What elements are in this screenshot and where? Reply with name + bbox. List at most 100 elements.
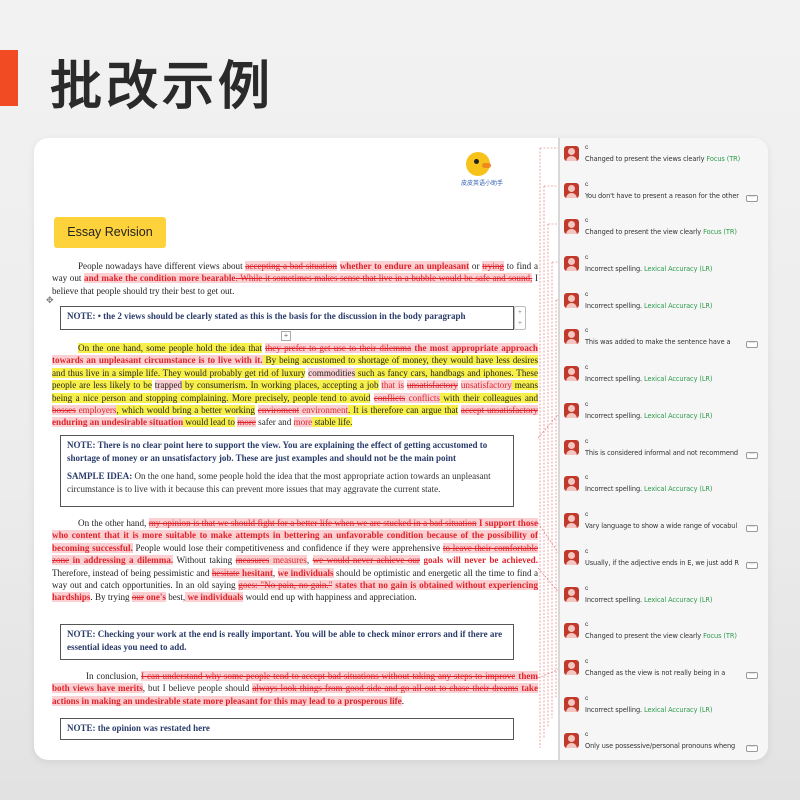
comment[interactable]: c Incorrect spelling. Lexical Accuracy (L… (560, 285, 768, 319)
text-run: In conclusion, (86, 671, 139, 681)
user-avatar-icon (564, 733, 579, 748)
text-run: . (401, 695, 404, 706)
inserted-text: employers (75, 405, 117, 416)
comment-text: You don't have to present a reason for t… (585, 192, 739, 200)
comment[interactable]: c Incorrect spelling. Lexical Accuracy (L… (560, 248, 768, 282)
deleted-text: more (237, 417, 256, 428)
comment-tag: Lexical Accuracy (LR) (644, 265, 713, 273)
comment-author: c (585, 695, 589, 702)
more-options-icon[interactable]: ··· (746, 194, 758, 202)
essay-revision-tag: Essay Revision (54, 217, 166, 248)
comment-text: Changed as the view is not really being … (585, 669, 726, 677)
inserted-text: and make the condition more bearable (84, 273, 236, 284)
comment[interactable]: c Changed to present the view clearly Foc… (560, 615, 768, 649)
comment-tag: Focus (TR) (703, 632, 737, 640)
comment-text: Incorrect spelling. Lexical Accuracy (LR… (585, 302, 713, 310)
deleted-text: accept unsatisfactory (460, 405, 538, 416)
inserted-text: environment (299, 405, 349, 416)
comment[interactable]: c Incorrect spelling. Lexical Accuracy (L… (560, 579, 768, 613)
text-run: On the other hand, (78, 518, 147, 528)
comment[interactable]: c Changed to present the views clearly Fo… (560, 138, 768, 172)
comment[interactable]: c Incorrect spelling. Lexical Accuracy (L… (560, 395, 768, 429)
paragraph-body-2: On the other hand, my opinion is that we… (52, 517, 538, 604)
comment-author: c (585, 254, 589, 261)
more-options-icon[interactable]: ··· (746, 451, 758, 459)
user-avatar-icon (564, 329, 579, 344)
deleted-text: hesitate (211, 567, 240, 578)
comments-pane: c Changed to present the views clearly Fo… (560, 138, 768, 760)
user-avatar-icon (564, 403, 579, 418)
more-options-icon[interactable]: ··· (746, 671, 758, 679)
comment-tag: Lexical Accuracy (LR) (644, 302, 713, 310)
comment-author: c (585, 217, 589, 224)
accent-bar (0, 50, 18, 106)
comment[interactable]: c This was added to make the sentence hav… (560, 321, 768, 355)
move-handle-icon[interactable]: ✥ (46, 294, 54, 306)
comment[interactable]: c Vary language to show a wide range of v… (560, 505, 768, 539)
deleted-text: they prefer to get use to their dilemma (265, 343, 412, 353)
deleted-text: measures (235, 555, 270, 566)
comment-author: c (585, 474, 589, 481)
comment-author: c (585, 548, 589, 555)
user-avatar-icon (564, 476, 579, 491)
comment-tag: Lexical Accuracy (LR) (644, 706, 713, 714)
comment[interactable]: c Only use possessive/personal pronouns w… (560, 725, 768, 759)
text-run: safer and (255, 417, 292, 428)
user-avatar-icon (564, 366, 579, 381)
comment-author: c (585, 364, 589, 371)
more-options-icon[interactable]: ··· (746, 524, 758, 532)
duck-beak (482, 163, 491, 168)
comment-text: Vary language to show a wide range of vo… (585, 522, 738, 530)
text-run: by consumerism. In working places, accep… (182, 380, 379, 391)
text-run: best, (165, 592, 186, 603)
comment-author: c (585, 621, 589, 628)
inserted-text: conflicts (405, 392, 440, 403)
inserted-text: enduring an undesirable situation (52, 417, 184, 428)
text-run: or (469, 261, 480, 271)
comment-text: Incorrect spelling. Lexical Accuracy (LR… (585, 596, 713, 604)
deleted-text: trying (482, 261, 504, 271)
comment-author: c (585, 291, 589, 298)
comment[interactable]: c This is considered informal and not rec… (560, 432, 768, 466)
inserted-text: unsatisfactory (460, 380, 512, 391)
add-row-button[interactable]: + (281, 331, 291, 341)
comment[interactable]: c You don't have to present a reason for … (560, 175, 768, 209)
comment[interactable]: c Changed to present the view clearly Foc… (560, 211, 768, 245)
inserted-text: more (293, 417, 313, 428)
comment-author: c (585, 585, 589, 592)
comment[interactable]: c Changed as the view is not really being… (560, 652, 768, 686)
corrected-word: commodities (308, 367, 356, 378)
text-run: , but I believe people should (142, 683, 250, 694)
text-run: , which would bring a better working (116, 405, 255, 416)
comment[interactable]: c Incorrect spelling. Lexical Accuracy (L… (560, 689, 768, 723)
deleted-text: enviroment (257, 405, 300, 416)
text-run: , (306, 555, 310, 566)
paragraph-body-1: On the one hand, some people hold the id… (52, 342, 538, 429)
corrected-word: trapped (154, 380, 183, 391)
user-avatar-icon (564, 587, 579, 602)
essay-document: 皮皮英语小助手 Essay Revision People nowadays h… (34, 138, 558, 760)
deleted-text: conflicts (373, 392, 406, 403)
comment[interactable]: c Incorrect spelling. Lexical Accuracy (L… (560, 358, 768, 392)
more-options-icon[interactable]: ··· (746, 561, 758, 569)
text-run: People would lose their competitiveness … (132, 542, 441, 553)
more-options-icon[interactable]: ··· (746, 340, 758, 348)
inserted-text: we individuals (277, 567, 334, 578)
resize-control[interactable]: + + (514, 306, 526, 330)
comment-author: c (585, 511, 589, 518)
deleted-text: always look things from good side and go… (252, 683, 519, 694)
comment-tag: Lexical Accuracy (LR) (644, 375, 713, 383)
more-options-icon[interactable]: ··· (746, 744, 758, 752)
note-text: NOTE: There is no clear point here to su… (67, 440, 488, 463)
comment[interactable]: c Usually, if the adjective ends in E, we… (560, 542, 768, 576)
text-run: People nowadays have different views abo… (78, 261, 243, 271)
comment-author: c (585, 401, 589, 408)
comment-text: Only use possessive/personal pronouns wh… (585, 742, 736, 750)
comment-tag: Focus (TR) (703, 228, 737, 236)
comment-text: This was added to make the sentence have… (585, 338, 731, 346)
user-avatar-icon (564, 293, 579, 308)
paragraph-intro: People nowadays have different views abo… (52, 260, 538, 297)
comment-text: Changed to present the view clearly Focu… (585, 632, 737, 640)
comment[interactable]: c Incorrect spelling. Lexical Accuracy (L… (560, 468, 768, 502)
user-avatar-icon (564, 513, 579, 528)
